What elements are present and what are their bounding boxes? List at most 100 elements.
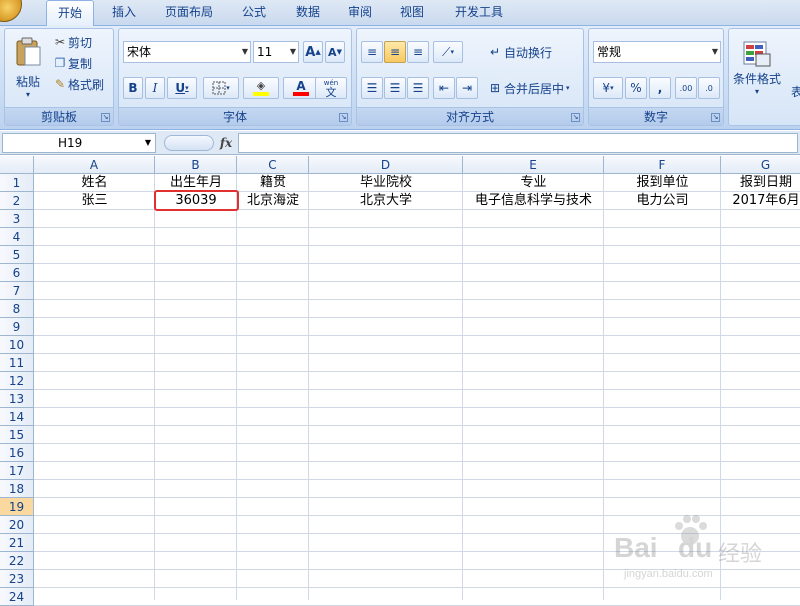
column-header-e[interactable]: E: [463, 156, 604, 174]
cell-c2[interactable]: 北京海淀: [237, 192, 309, 210]
row-header-17[interactable]: 17: [0, 462, 34, 480]
row-header-24[interactable]: 24: [0, 588, 34, 606]
column-header-d[interactable]: D: [309, 156, 463, 174]
row-header-9[interactable]: 9: [0, 318, 34, 336]
gridline-col: [603, 174, 604, 600]
wrap-text-button[interactable]: ↵ 自动换行: [485, 41, 565, 63]
select-all-corner[interactable]: [0, 156, 34, 174]
cell-e1[interactable]: 专业: [463, 174, 604, 192]
row-header-13[interactable]: 13: [0, 390, 34, 408]
number-launcher-icon[interactable]: ↘: [711, 113, 720, 122]
office-button[interactable]: [0, 0, 22, 22]
row-header-7[interactable]: 7: [0, 282, 34, 300]
format-as-table-button[interactable]: 表: [785, 81, 800, 101]
cell-f2[interactable]: 电力公司: [604, 192, 721, 210]
row-header-2[interactable]: 2: [0, 192, 34, 210]
shrink-font-button[interactable]: A ▼: [325, 41, 345, 63]
cell-g1[interactable]: 报到日期: [721, 174, 800, 192]
row-header-11[interactable]: 11: [0, 354, 34, 372]
conditional-format-button[interactable]: 条件格式 ▾: [731, 31, 783, 105]
increase-decimal-button[interactable]: .00: [675, 77, 697, 99]
orientation-button[interactable]: ⟋ ▾: [433, 41, 463, 63]
cell-d2[interactable]: 北京大学: [309, 192, 463, 210]
row-header-12[interactable]: 12: [0, 372, 34, 390]
clipboard-launcher-icon[interactable]: ↘: [101, 113, 110, 122]
column-header-a[interactable]: A: [34, 156, 155, 174]
tab-home[interactable]: 开始: [46, 0, 94, 27]
tab-developer[interactable]: 开发工具: [446, 0, 512, 26]
name-box[interactable]: H19 ▼: [2, 133, 156, 153]
fill-color-button[interactable]: ◈: [243, 77, 279, 99]
insert-function-icon[interactable]: fx: [216, 133, 236, 153]
row-header-19[interactable]: 19: [0, 498, 34, 516]
row-header-14[interactable]: 14: [0, 408, 34, 426]
cell-a2[interactable]: 张三: [34, 192, 155, 210]
font-launcher-icon[interactable]: ↘: [339, 113, 348, 122]
formula-input[interactable]: [238, 133, 798, 153]
gridline-row: [34, 443, 800, 444]
cell-e2[interactable]: 电子信息科学与技术: [463, 192, 604, 210]
cell-d1[interactable]: 毕业院校: [309, 174, 463, 192]
row-header-21[interactable]: 21: [0, 534, 34, 552]
row-header-8[interactable]: 8: [0, 300, 34, 318]
increase-indent-button[interactable]: ⇥: [456, 77, 478, 99]
decrease-indent-button[interactable]: ⇤: [433, 77, 455, 99]
tab-formulas[interactable]: 公式: [232, 0, 276, 26]
row-header-4[interactable]: 4: [0, 228, 34, 246]
underline-button[interactable]: U ▾: [167, 77, 197, 99]
decrease-decimal-button[interactable]: .0: [698, 77, 720, 99]
column-header-f[interactable]: F: [604, 156, 721, 174]
align-bottom-icon: ≡: [412, 45, 424, 59]
align-center-button[interactable]: ☰: [384, 77, 406, 99]
tab-view[interactable]: 视图: [390, 0, 434, 26]
align-bottom-button[interactable]: ≡: [407, 41, 429, 63]
tab-review[interactable]: 审阅: [338, 0, 382, 26]
alignment-launcher-icon[interactable]: ↘: [571, 113, 580, 122]
cut-button[interactable]: ✂ 剪切: [51, 32, 111, 52]
number-group-label: 数字: [589, 107, 723, 125]
font-size-combo[interactable]: 11 ▼: [253, 41, 299, 63]
borders-button[interactable]: ▾: [203, 77, 239, 99]
tab-insert[interactable]: 插入: [100, 0, 148, 26]
font-name-combo[interactable]: 宋体 ▼: [123, 41, 251, 63]
column-header-c[interactable]: C: [237, 156, 309, 174]
phonetic-button[interactable]: wén 文: [315, 77, 347, 99]
align-top-button[interactable]: ≡: [361, 41, 383, 63]
italic-button[interactable]: I: [145, 77, 165, 99]
paste-button[interactable]: 粘贴 ▾: [9, 31, 47, 105]
copy-button[interactable]: ❐ 复制: [51, 53, 111, 73]
tab-data[interactable]: 数据: [286, 0, 330, 26]
row-header-18[interactable]: 18: [0, 480, 34, 498]
row-header-16[interactable]: 16: [0, 444, 34, 462]
cell-a1[interactable]: 姓名: [34, 174, 155, 192]
bold-button[interactable]: B: [123, 77, 143, 99]
font-color-button[interactable]: A: [283, 77, 319, 99]
align-left-button[interactable]: ☰: [361, 77, 383, 99]
cell-f1[interactable]: 报到单位: [604, 174, 721, 192]
merge-center-button[interactable]: ⊞ 合并后居中 ▾: [485, 77, 581, 99]
grow-font-button[interactable]: A ▲: [303, 41, 323, 63]
cell-g2[interactable]: 2017年6月: [721, 192, 800, 210]
row-header-6[interactable]: 6: [0, 264, 34, 282]
gridline-row: [34, 371, 800, 372]
tab-page-layout[interactable]: 页面布局: [156, 0, 222, 26]
column-header-g[interactable]: G: [721, 156, 800, 174]
row-header-5[interactable]: 5: [0, 246, 34, 264]
row-header-1[interactable]: 1: [0, 174, 34, 192]
row-header-20[interactable]: 20: [0, 516, 34, 534]
align-right-button[interactable]: ☰: [407, 77, 429, 99]
cell-c1[interactable]: 籍贯: [237, 174, 309, 192]
row-header-15[interactable]: 15: [0, 426, 34, 444]
row-header-22[interactable]: 22: [0, 552, 34, 570]
accounting-format-button[interactable]: ¥ ▾: [593, 77, 623, 99]
gridline-row: [34, 389, 800, 390]
row-header-23[interactable]: 23: [0, 570, 34, 588]
number-format-combo[interactable]: 常规 ▼: [593, 41, 721, 63]
comma-button[interactable]: ,: [649, 77, 671, 99]
row-header-3[interactable]: 3: [0, 210, 34, 228]
format-painter-button[interactable]: ✎ 格式刷: [51, 74, 113, 94]
column-header-b[interactable]: B: [155, 156, 237, 174]
align-middle-button[interactable]: ≡: [384, 41, 406, 63]
percent-button[interactable]: %: [625, 77, 647, 99]
row-header-10[interactable]: 10: [0, 336, 34, 354]
